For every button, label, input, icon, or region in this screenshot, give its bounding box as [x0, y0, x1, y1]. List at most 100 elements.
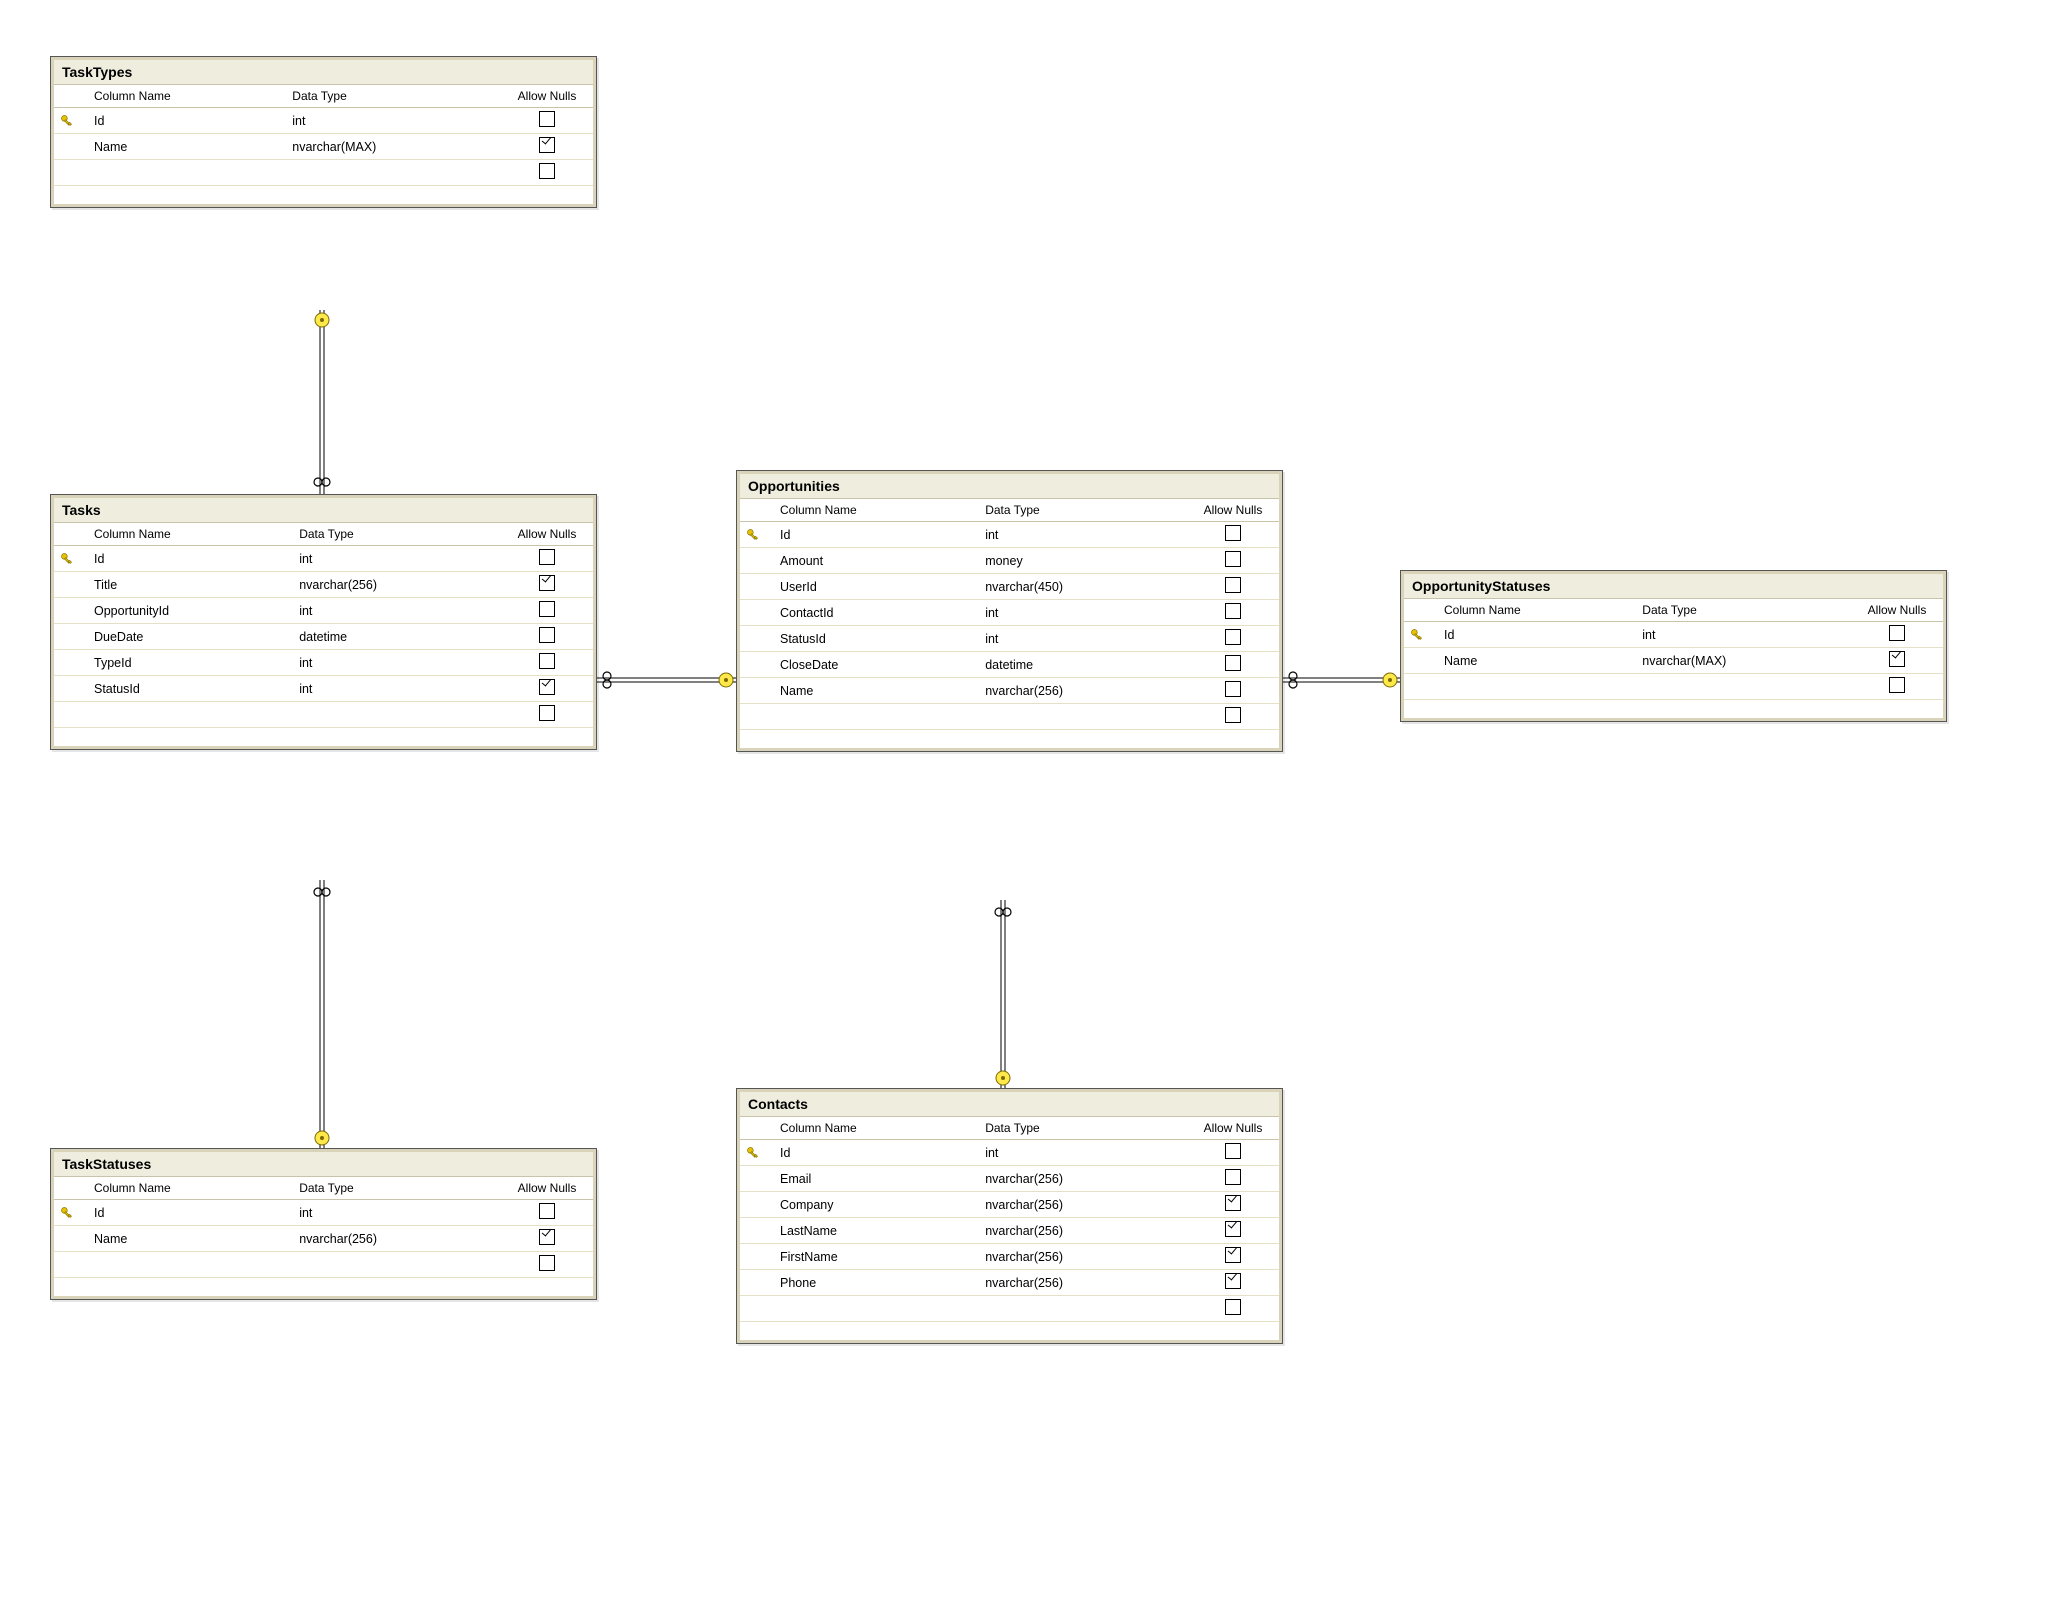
column-row[interactable]: DueDatedatetime: [54, 624, 593, 650]
column-row[interactable]: UserIdnvarchar(450): [740, 574, 1279, 600]
relationship[interactable]: [595, 672, 736, 688]
column-grid: Column NameData TypeAllow NullsIdintName…: [54, 1177, 593, 1278]
allow-nulls-checkbox[interactable]: [1187, 522, 1279, 548]
allow-nulls-checkbox[interactable]: [1187, 1166, 1279, 1192]
allow-nulls-checkbox[interactable]: [501, 572, 593, 598]
table-contacts[interactable]: Contacts Column NameData TypeAllow Nulls…: [736, 1088, 1283, 1344]
allow-nulls-checkbox[interactable]: [1187, 1244, 1279, 1270]
column-row[interactable]: Idint: [740, 522, 1279, 548]
allow-nulls-checkbox[interactable]: [501, 1252, 593, 1278]
allow-nulls-checkbox[interactable]: [1851, 622, 1943, 648]
column-row[interactable]: Companynvarchar(256): [740, 1192, 1279, 1218]
pk-cell: [54, 1252, 88, 1278]
pk-cell: [740, 1218, 774, 1244]
checkbox-icon: [539, 1229, 555, 1245]
column-row[interactable]: TypeIdint: [54, 650, 593, 676]
allow-nulls-checkbox[interactable]: [1187, 1140, 1279, 1166]
relationship-line: [595, 678, 736, 682]
column-name: [88, 702, 293, 728]
column-type: int: [979, 522, 1187, 548]
allow-nulls-checkbox[interactable]: [501, 650, 593, 676]
relationship[interactable]: [314, 880, 330, 1148]
allow-nulls-checkbox[interactable]: [1187, 1270, 1279, 1296]
allow-nulls-checkbox[interactable]: [1851, 674, 1943, 700]
relationship[interactable]: [1281, 672, 1400, 688]
allow-nulls-checkbox[interactable]: [1187, 1296, 1279, 1322]
column-row[interactable]: Titlenvarchar(256): [54, 572, 593, 598]
column-row[interactable]: Idint: [54, 546, 593, 572]
column-row[interactable]: Phonenvarchar(256): [740, 1270, 1279, 1296]
column-name: [1438, 674, 1636, 700]
allow-nulls-checkbox[interactable]: [501, 108, 593, 134]
header-data-type: Data Type: [293, 523, 501, 546]
pk-cell: [54, 702, 88, 728]
relationship[interactable]: [314, 310, 330, 494]
pk-cell: [1404, 674, 1438, 700]
allow-nulls-checkbox[interactable]: [501, 676, 593, 702]
allow-nulls-checkbox[interactable]: [1187, 1192, 1279, 1218]
pk-cell: [740, 1192, 774, 1218]
column-name: Name: [88, 1226, 293, 1252]
column-row[interactable]: Idint: [740, 1140, 1279, 1166]
column-name: ContactId: [774, 600, 979, 626]
allow-nulls-checkbox[interactable]: [501, 702, 593, 728]
allow-nulls-checkbox[interactable]: [1187, 548, 1279, 574]
pk-cell: [740, 626, 774, 652]
primary-key-icon: [60, 114, 82, 128]
allow-nulls-checkbox[interactable]: [501, 1200, 593, 1226]
table-tasktypes[interactable]: TaskTypes Column NameData TypeAllow Null…: [50, 56, 597, 208]
allow-nulls-checkbox[interactable]: [1187, 678, 1279, 704]
column-row[interactable]: StatusIdint: [740, 626, 1279, 652]
checkbox-icon: [539, 163, 555, 179]
primary-key-icon: [1410, 628, 1432, 642]
column-row[interactable]: ContactIdint: [740, 600, 1279, 626]
allow-nulls-checkbox[interactable]: [501, 160, 593, 186]
column-row[interactable]: Namenvarchar(256): [54, 1226, 593, 1252]
column-row[interactable]: Namenvarchar(MAX): [54, 134, 593, 160]
column-row[interactable]: StatusIdint: [54, 676, 593, 702]
table-taskstatuses[interactable]: TaskStatuses Column NameData TypeAllow N…: [50, 1148, 597, 1300]
allow-nulls-checkbox[interactable]: [1187, 704, 1279, 730]
allow-nulls-checkbox[interactable]: [1187, 1218, 1279, 1244]
allow-nulls-checkbox[interactable]: [1851, 648, 1943, 674]
column-row[interactable]: [740, 704, 1279, 730]
pk-cell: [54, 598, 88, 624]
table-opportunitystatuses[interactable]: OpportunityStatuses Column NameData Type…: [1400, 570, 1947, 722]
column-name: Id: [1438, 622, 1636, 648]
column-row[interactable]: FirstNamenvarchar(256): [740, 1244, 1279, 1270]
column-row[interactable]: [54, 702, 593, 728]
table-opportunities[interactable]: Opportunities Column NameData TypeAllow …: [736, 470, 1283, 752]
column-row[interactable]: Namenvarchar(MAX): [1404, 648, 1943, 674]
table-tasks[interactable]: Tasks Column NameData TypeAllow NullsIdi…: [50, 494, 597, 750]
allow-nulls-checkbox[interactable]: [1187, 574, 1279, 600]
allow-nulls-checkbox[interactable]: [1187, 652, 1279, 678]
column-row[interactable]: Idint: [1404, 622, 1943, 648]
pk-cell: [1404, 622, 1438, 648]
column-row[interactable]: Emailnvarchar(256): [740, 1166, 1279, 1192]
column-name: FirstName: [774, 1244, 979, 1270]
column-row[interactable]: [54, 160, 593, 186]
header-allow-nulls: Allow Nulls: [501, 85, 593, 108]
allow-nulls-checkbox[interactable]: [501, 624, 593, 650]
column-row[interactable]: CloseDatedatetime: [740, 652, 1279, 678]
allow-nulls-checkbox[interactable]: [1187, 626, 1279, 652]
relationship[interactable]: [995, 900, 1011, 1088]
pk-cell: [54, 160, 88, 186]
column-row[interactable]: Idint: [54, 108, 593, 134]
column-row[interactable]: [54, 1252, 593, 1278]
pk-cell: [740, 600, 774, 626]
column-row[interactable]: Namenvarchar(256): [740, 678, 1279, 704]
allow-nulls-checkbox[interactable]: [1187, 600, 1279, 626]
column-row[interactable]: Idint: [54, 1200, 593, 1226]
allow-nulls-checkbox[interactable]: [501, 598, 593, 624]
checkbox-icon: [1225, 629, 1241, 645]
column-row[interactable]: [740, 1296, 1279, 1322]
allow-nulls-checkbox[interactable]: [501, 134, 593, 160]
allow-nulls-checkbox[interactable]: [501, 1226, 593, 1252]
column-row[interactable]: Amountmoney: [740, 548, 1279, 574]
column-row[interactable]: OpportunityIdint: [54, 598, 593, 624]
column-row[interactable]: LastNamenvarchar(256): [740, 1218, 1279, 1244]
column-row[interactable]: [1404, 674, 1943, 700]
checkbox-icon: [1225, 551, 1241, 567]
allow-nulls-checkbox[interactable]: [501, 546, 593, 572]
